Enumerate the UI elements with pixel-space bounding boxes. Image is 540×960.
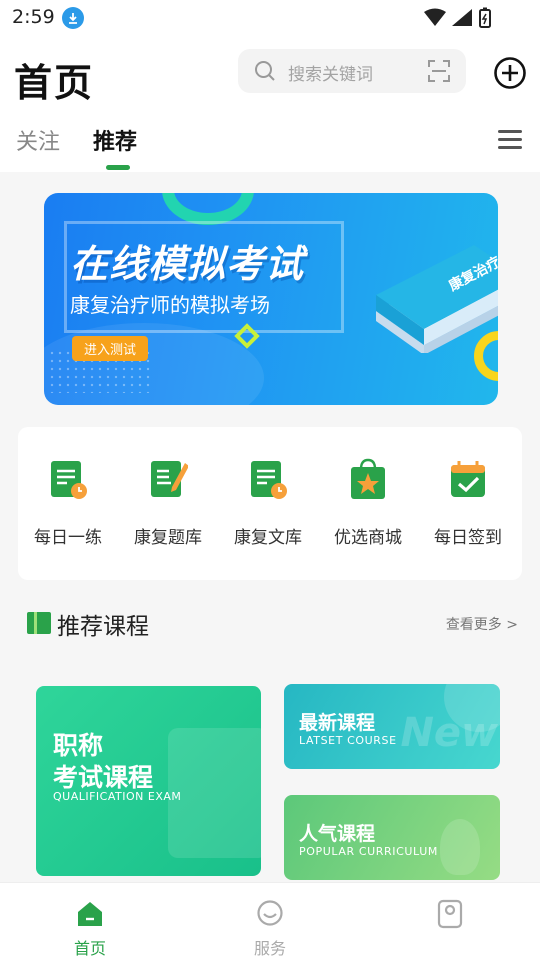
promo-banner[interactable]: 在线模拟考试 康复治疗师的模拟考场 进入测试 康复治疗 [44, 193, 498, 405]
course-subtitle: POPULAR CURRICULUM [299, 845, 438, 858]
quick-entry-daily-practice[interactable]: 每日一练 [23, 457, 113, 548]
recommended-courses-header: 推荐课程 查看更多 > [0, 600, 540, 646]
nav-service[interactable]: 服务 [230, 899, 310, 959]
tab-bar: 关注 推荐 [0, 122, 540, 172]
quick-entry-check-in[interactable]: 每日签到 [423, 457, 513, 548]
active-tab-indicator [106, 165, 130, 170]
nav-home[interactable]: 首页 [50, 899, 130, 959]
page-title: 首页 [14, 61, 95, 105]
quick-entry-label: 每日签到 [434, 528, 502, 548]
course-card-popular[interactable]: 人气课程 POPULAR CURRICULUM [284, 795, 500, 880]
search-placeholder: 搜索关键词 [288, 65, 373, 85]
quick-entry-label: 每日一练 [34, 528, 102, 548]
download-icon [62, 7, 84, 29]
flame-decoration [440, 819, 480, 875]
status-icons [424, 7, 491, 28]
quick-entry-question-bank[interactable]: 康复题库 [123, 457, 213, 548]
new-text-decoration: New [400, 710, 498, 756]
bottom-nav: 首页 服务 [0, 882, 540, 960]
section-title: 推荐课程 [57, 614, 149, 640]
course-title-line2: 考试课程 [53, 763, 154, 792]
calendar-check-icon [451, 461, 485, 497]
nav-label: 服务 [253, 939, 286, 958]
tab-recommend[interactable]: 推荐 [93, 124, 137, 156]
chat-icon [257, 900, 283, 926]
wifi-icon [424, 8, 446, 26]
book-illustration: 康复治疗 [376, 245, 498, 353]
course-title-line1: 职称 [53, 731, 104, 760]
course-subtitle: QUALIFICATION EXAM [53, 790, 182, 803]
quick-entry-card: 每日一练 康复题库 康复文库 优选商城 每日签到 [18, 427, 522, 580]
add-icon[interactable] [493, 56, 527, 90]
banner-enter-test-button[interactable]: 进入测试 [72, 336, 149, 361]
banner-page-indicator [260, 398, 278, 405]
nav-label: 首页 [73, 939, 106, 958]
scan-icon[interactable] [428, 60, 450, 82]
search-input[interactable]: 搜索关键词 [238, 49, 466, 93]
quick-entry-label: 优选商城 [334, 528, 402, 548]
menu-icon[interactable] [498, 130, 522, 150]
book-icon [27, 612, 51, 634]
banner-title: 在线模拟考试 [70, 242, 305, 286]
nav-mine[interactable] [410, 899, 490, 935]
quick-entry-label: 康复题库 [134, 528, 202, 548]
home-icon [78, 902, 102, 926]
course-title: 最新课程 [299, 712, 376, 734]
status-time: 2:59 [12, 6, 55, 28]
quick-entry-label: 康复文库 [234, 528, 302, 548]
quick-entry-document-library[interactable]: 康复文库 [223, 457, 313, 548]
document-library-icon [251, 461, 287, 499]
daily-practice-icon [51, 461, 87, 499]
course-card-qualification[interactable]: 职称 考试课程 QUALIFICATION EXAM [36, 686, 261, 876]
banner-subtitle: 康复治疗师的模拟考场 [70, 293, 270, 317]
shopping-bag-icon [351, 458, 385, 499]
document-decoration [168, 728, 261, 858]
status-bar: 2:59 [0, 0, 540, 36]
question-bank-icon [151, 461, 189, 497]
course-card-latest[interactable]: New 最新课程 LATSET COURSE [284, 684, 500, 769]
course-title: 人气课程 [299, 823, 376, 845]
signal-icon [452, 9, 472, 26]
course-subtitle: LATSET COURSE [299, 734, 397, 747]
search-icon [255, 61, 275, 81]
quick-entry-shop[interactable]: 优选商城 [323, 457, 413, 548]
tab-follow[interactable]: 关注 [16, 124, 60, 156]
see-more-link[interactable]: 查看更多 > [446, 614, 518, 634]
header: 首页 搜索关键词 关注 推荐 [0, 36, 540, 172]
user-icon [437, 899, 463, 929]
